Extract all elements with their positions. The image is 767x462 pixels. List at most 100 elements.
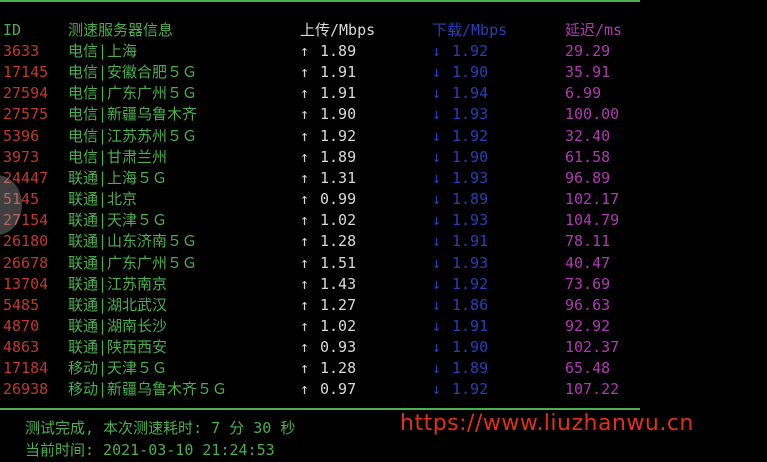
upload-arrow: ↑ [300,126,310,145]
row-download: 1.92 [452,42,489,60]
row-download: 1.91 [452,232,489,251]
row-id: 5396 [3,126,40,145]
row-upload: 0.99 [320,190,357,209]
upload-arrow: ↑ [300,338,310,357]
row-upload: 1.28 [320,359,357,378]
row-download: 1.93 [452,253,489,272]
row-download: 1.90 [452,63,489,82]
row-upload: 1.51 [320,253,357,272]
row-upload: 1.02 [320,211,357,230]
row-latency: 102.37 [565,338,620,357]
row-upload: 0.97 [320,380,357,399]
row-server: 联通|上海５Ｇ [68,168,168,187]
row-download: 1.93 [452,105,489,124]
row-server: 电信|安徽合肥５Ｇ [68,63,198,82]
row-upload: 1.02 [320,316,357,335]
upload-arrow: ↑ [300,147,310,166]
row-latency: 6.99 [565,84,602,103]
download-arrow: ↓ [432,380,442,399]
row-latency: 102.17 [565,190,620,209]
row-latency: 104.79 [565,211,620,230]
row-download: 1.93 [452,211,489,230]
top-separator [0,0,640,2]
upload-arrow: ↑ [300,63,310,82]
download-arrow: ↓ [432,63,442,82]
row-server: 移动|新疆乌鲁木齐５Ｇ [68,380,228,399]
row-upload: 1.31 [320,168,357,187]
row-download: 1.89 [452,359,489,378]
upload-arrow: ↑ [300,232,310,251]
download-arrow: ↓ [432,42,442,60]
row-download: 1.92 [452,126,489,145]
row-upload: 1.89 [320,42,357,60]
upload-arrow: ↑ [300,295,310,314]
row-upload: 1.43 [320,274,357,293]
row-server: 电信|新疆乌鲁木齐 [68,105,198,124]
row-id: 26180 [3,232,49,251]
row-id: 26938 [3,380,49,399]
row-latency: 96.89 [565,168,611,187]
row-latency: 92.92 [565,316,611,335]
row-latency: 29.29 [565,42,611,60]
header-latency: 延迟/ms [565,21,623,39]
header-upload: 上传/Mbps [300,21,376,39]
upload-arrow: ↑ [300,84,310,103]
row-server: 联通|广东广州５Ｇ [68,253,198,272]
header-id: ID [3,21,22,39]
row-download: 1.90 [452,147,489,166]
row-server: 电信|甘肃兰州 [68,147,168,166]
upload-arrow: ↑ [300,359,310,378]
row-server: 联通|江苏南京 [68,274,168,293]
row-download: 1.86 [452,295,489,314]
download-arrow: ↓ [432,274,442,293]
row-server: 移动|天津５Ｇ [68,359,168,378]
row-latency: 35.91 [565,63,611,82]
row-server: 联通|湖南长沙 [68,316,168,335]
upload-arrow: ↑ [300,274,310,293]
row-id: 3973 [3,147,40,166]
download-arrow: ↓ [432,295,442,314]
bottom-separator [0,408,640,410]
upload-arrow: ↑ [300,253,310,272]
download-arrow: ↓ [432,84,442,103]
download-arrow: ↓ [432,338,442,357]
row-latency: 78.11 [565,232,611,251]
row-id: 3633 [3,42,40,60]
row-server: 电信|上海 [68,42,138,60]
terminal-window: ID 测速服务器信息 上传/Mbps 下载/Mbps 延迟/ms 3633 电信|… [0,0,767,462]
upload-arrow: ↑ [300,316,310,335]
row-upload: 1.28 [320,232,357,251]
row-latency: 96.63 [565,295,611,314]
upload-arrow: ↑ [300,168,310,187]
row-id: 4870 [3,316,40,335]
header-server: 测速服务器信息 [68,21,174,39]
row-download: 1.94 [452,84,489,103]
row-id: 17145 [3,63,49,82]
row-latency: 100.00 [565,105,620,124]
row-download: 1.91 [452,316,489,335]
current-time-line: 当前时间: 2021-03-10 21:24:53 [25,441,275,459]
row-id: 17184 [3,359,49,378]
row-download: 1.93 [452,168,489,187]
row-server: 联通|北京 [68,190,138,209]
download-arrow: ↓ [432,211,442,230]
row-upload: 1.90 [320,105,357,124]
row-server: 电信|江苏苏州５Ｇ [68,126,198,145]
download-arrow: ↓ [432,147,442,166]
row-id: 26678 [3,253,49,272]
download-arrow: ↓ [432,105,442,124]
download-arrow: ↓ [432,232,442,251]
download-arrow: ↓ [432,253,442,272]
row-latency: 107.22 [565,380,620,399]
row-download: 1.90 [452,338,489,357]
row-server: 联通|天津５Ｇ [68,211,168,230]
download-arrow: ↓ [432,190,442,209]
row-server: 联通|山东济南５Ｇ [68,232,198,251]
row-upload: 1.92 [320,126,357,145]
row-id: 13704 [3,274,49,293]
test-complete-line: 测试完成, 本次测速耗时: 7 分 30 秒 [25,419,296,437]
row-id: 27594 [3,84,49,103]
row-upload: 1.91 [320,84,357,103]
upload-arrow: ↑ [300,211,310,230]
row-server: 联通|陕西西安 [68,338,168,357]
